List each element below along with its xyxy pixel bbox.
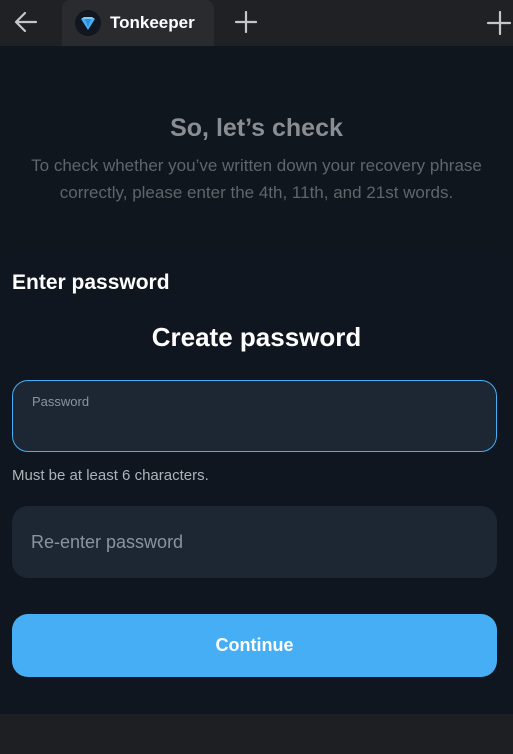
browser-top-bar: Tonkeeper xyxy=(0,0,513,46)
check-title: So, let’s check xyxy=(170,114,343,142)
create-password-title: Create password xyxy=(151,322,362,352)
password-hint: Must be at least 6 characters. xyxy=(12,467,209,484)
reenter-password-input[interactable] xyxy=(31,506,481,578)
plus-icon xyxy=(235,11,257,33)
tab-title: Tonkeeper xyxy=(110,13,195,32)
password-input[interactable] xyxy=(31,413,481,439)
password-label: Password xyxy=(32,394,90,409)
arrow-left-icon xyxy=(14,11,38,33)
continue-button[interactable]: Continue xyxy=(12,614,497,677)
reenter-password-field[interactable] xyxy=(12,506,497,578)
password-sheet: Enter password Create password Password … xyxy=(0,250,513,714)
back-button[interactable] xyxy=(8,6,44,38)
new-tab-button[interactable] xyxy=(230,6,262,38)
corner-plus-icon xyxy=(486,10,512,36)
tab-tonkeeper[interactable]: Tonkeeper xyxy=(62,0,214,46)
tonkeeper-diamond-icon xyxy=(75,10,101,36)
check-description: To check whether you’ve written down you… xyxy=(31,156,482,202)
password-field[interactable]: Password xyxy=(12,380,497,452)
sheet-heading: Enter password xyxy=(12,271,170,294)
bottom-bar xyxy=(0,714,513,754)
window-menu-button[interactable] xyxy=(484,8,512,38)
